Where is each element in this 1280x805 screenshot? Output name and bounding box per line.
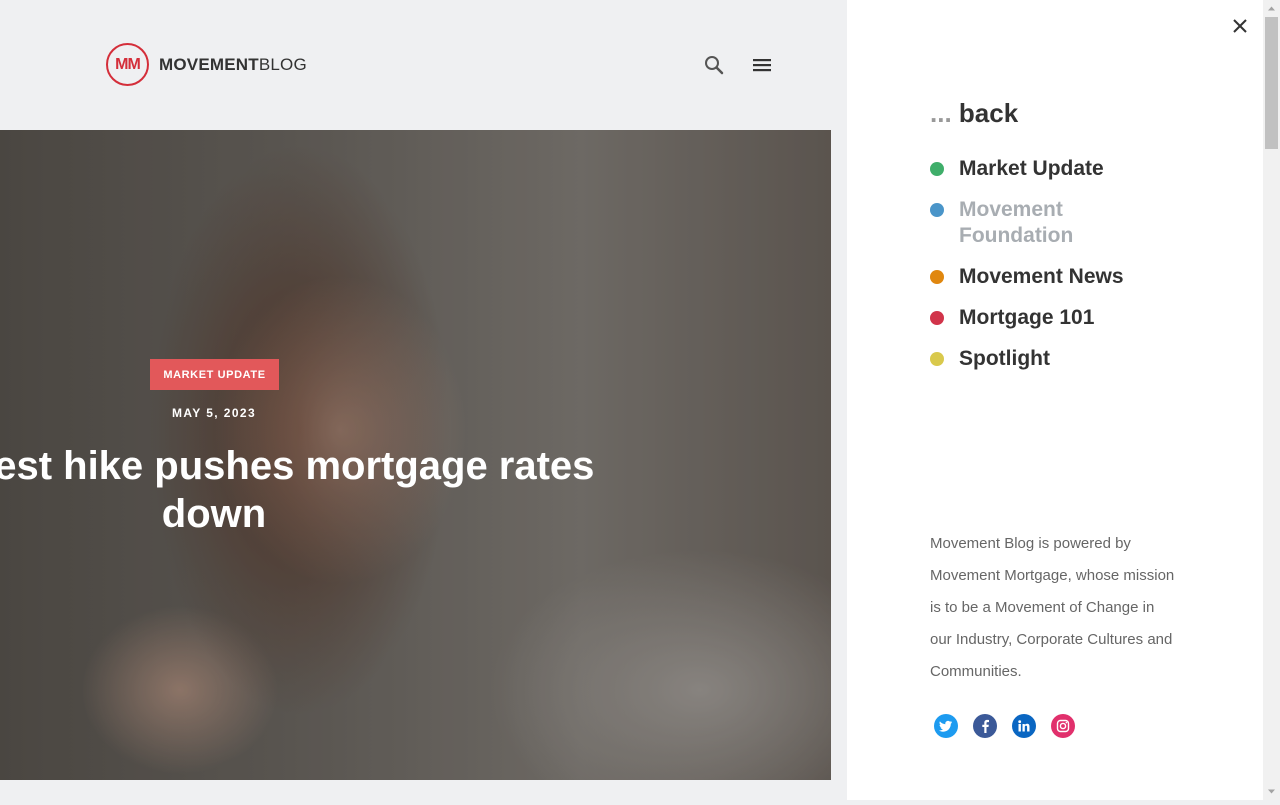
scrollbar-thumb[interactable]: [1265, 17, 1278, 149]
category-list: Market Update Movement Foundation Moveme…: [930, 156, 1190, 387]
category-item-mortgage-101[interactable]: Mortgage 101: [930, 305, 1190, 331]
back-link[interactable]: ... back: [930, 98, 1018, 129]
post-headline[interactable]: Fed's latest hike pushes mortgage rates …: [0, 442, 648, 538]
facebook-icon[interactable]: [973, 714, 997, 738]
category-label: Market Update: [959, 157, 1104, 180]
back-label: back: [958, 98, 1019, 128]
back-dots: ...: [930, 98, 952, 128]
category-dot: [930, 352, 944, 366]
site-header: MM MOVEMENTBLOG: [0, 0, 847, 130]
twitter-icon[interactable]: [934, 714, 958, 738]
side-menu-panel: ... back Market Update Movement Foundati…: [847, 0, 1263, 800]
menu-icon[interactable]: [750, 53, 774, 77]
category-dot: [930, 162, 944, 176]
search-icon[interactable]: [702, 53, 726, 77]
hero-banner[interactable]: MARKET UPDATE MAY 5, 2023 Fed's latest h…: [0, 130, 831, 780]
category-label: Spotlight: [959, 347, 1050, 370]
site-logo[interactable]: MM MOVEMENTBLOG: [106, 43, 307, 86]
category-tag[interactable]: MARKET UPDATE: [150, 359, 279, 390]
post-date: MAY 5, 2023: [171, 406, 257, 420]
category-label: Mortgage 101: [959, 306, 1095, 329]
hero-content: MARKET UPDATE MAY 5, 2023 Fed's latest h…: [0, 130, 831, 780]
logo-thin-text: BLOG: [258, 54, 307, 74]
category-dot: [930, 270, 944, 284]
category-dot: [930, 203, 944, 217]
about-text: Movement Blog is powered by Movement Mor…: [930, 535, 1175, 680]
linkedin-icon[interactable]: [1012, 714, 1036, 738]
category-item-market-update[interactable]: Market Update: [930, 156, 1190, 182]
scroll-up-icon[interactable]: [1263, 0, 1280, 17]
category-label: Movement News: [959, 265, 1124, 288]
category-item-spotlight[interactable]: Spotlight: [930, 346, 1190, 372]
logo-wordmark: MOVEMENTBLOG: [159, 55, 307, 75]
social-links: [934, 714, 1075, 738]
close-icon[interactable]: [1230, 16, 1250, 36]
page-bottom-strip: [0, 780, 847, 800]
category-item-movement-foundation[interactable]: Movement Foundation: [930, 197, 1190, 249]
category-item-movement-news[interactable]: Movement News: [930, 264, 1190, 290]
category-dot: [930, 311, 944, 325]
logo-bold-text: MOVEMENT: [159, 54, 259, 74]
scroll-down-icon[interactable]: [1263, 783, 1280, 800]
logo-mark-icon: MM: [106, 43, 149, 86]
instagram-icon[interactable]: [1051, 714, 1075, 738]
category-label: Movement Foundation: [959, 198, 1074, 247]
page-scrollbar[interactable]: [1263, 0, 1280, 800]
